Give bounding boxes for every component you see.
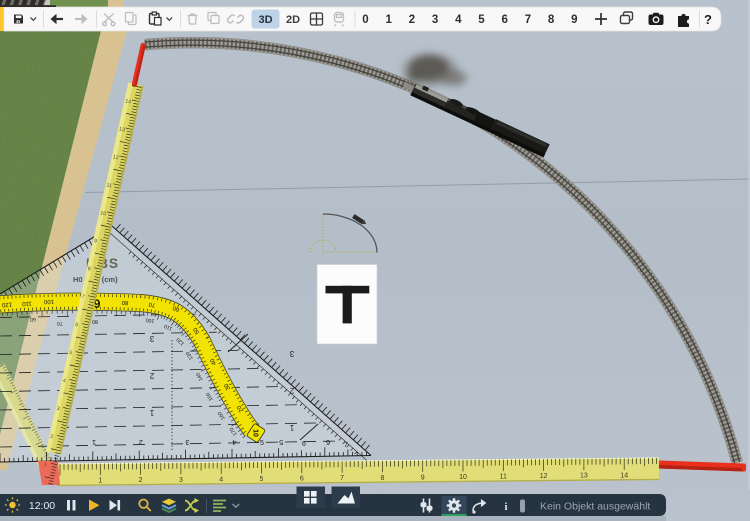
svg-text:70: 70	[57, 320, 63, 326]
svg-text:2: 2	[149, 371, 154, 380]
svg-text:1: 1	[98, 478, 102, 485]
svg-text:6: 6	[326, 438, 330, 447]
svg-text:6: 6	[501, 14, 507, 26]
svg-text:7: 7	[344, 442, 348, 449]
svg-text:3: 3	[149, 334, 154, 343]
svg-text:9: 9	[421, 474, 425, 481]
svg-text:12:00: 12:00	[29, 500, 55, 512]
svg-text:3: 3	[432, 14, 438, 26]
svg-text:4: 4	[219, 476, 223, 483]
svg-text:80: 80	[92, 318, 98, 324]
svg-text:5: 5	[279, 438, 283, 447]
svg-text:3: 3	[179, 477, 183, 484]
svg-text:9: 9	[571, 14, 577, 26]
svg-text:3: 3	[186, 438, 190, 447]
svg-text:5: 5	[478, 14, 485, 26]
svg-text:7: 7	[340, 475, 344, 482]
svg-text:Kein Objekt ausgewählt: Kein Objekt ausgewählt	[540, 501, 650, 513]
svg-text:8: 8	[548, 14, 555, 26]
svg-text:2D: 2D	[286, 14, 300, 26]
svg-text:5: 5	[260, 476, 264, 483]
svg-text:120: 120	[1, 301, 12, 308]
svg-text:i: i	[504, 501, 507, 513]
svg-text:2: 2	[139, 438, 143, 447]
svg-text:3: 3	[289, 349, 294, 358]
svg-text:100: 100	[43, 298, 54, 304]
svg-text:1: 1	[149, 408, 154, 417]
svg-text:1: 1	[92, 438, 96, 447]
svg-text:1: 1	[289, 423, 294, 432]
svg-text:2: 2	[139, 477, 143, 484]
svg-text:100: 100	[145, 316, 155, 323]
svg-text:8: 8	[380, 475, 384, 482]
svg-text:11: 11	[500, 474, 507, 481]
svg-text:4: 4	[455, 14, 462, 26]
svg-text:1: 1	[385, 14, 392, 26]
svg-text:6: 6	[302, 441, 306, 448]
svg-text:60: 60	[30, 316, 36, 322]
svg-text:6: 6	[300, 476, 304, 483]
svg-text:2: 2	[289, 386, 294, 395]
svg-text:3D: 3D	[258, 14, 272, 26]
svg-text:10: 10	[252, 429, 259, 437]
svg-text:7: 7	[525, 14, 531, 26]
svg-text:13: 13	[580, 473, 588, 480]
svg-text:12: 12	[540, 473, 548, 480]
svg-text:10: 10	[459, 474, 467, 481]
svg-text:?: ?	[704, 12, 712, 27]
svg-text:14: 14	[620, 472, 628, 479]
svg-text:110: 110	[21, 300, 32, 307]
svg-text:5: 5	[260, 440, 264, 447]
svg-text:4: 4	[232, 438, 236, 447]
svg-text:0: 0	[362, 14, 368, 26]
svg-text:80: 80	[121, 299, 129, 305]
svg-text:2: 2	[409, 14, 415, 26]
